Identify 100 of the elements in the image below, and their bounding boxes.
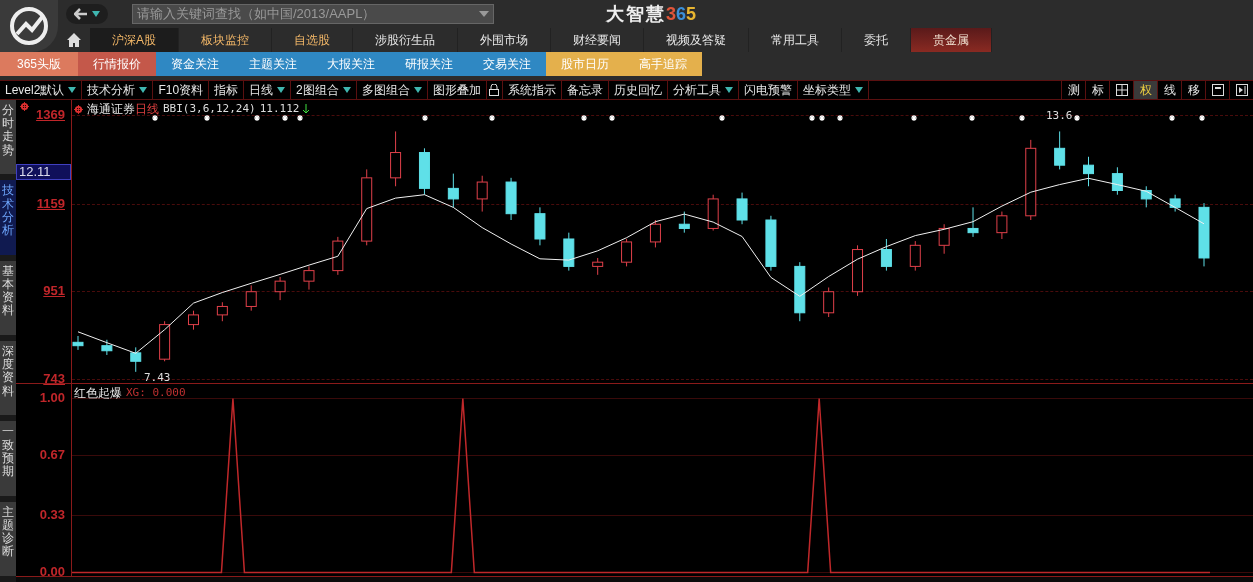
candlestick (216, 301, 228, 322)
toolbar-label: F10资料 (158, 82, 204, 99)
toolbar-label: 指标 (214, 82, 239, 99)
period-label: 日线 (135, 101, 159, 118)
side-tab[interactable]: 一致预期 (0, 421, 16, 502)
window-icon (1211, 84, 1224, 96)
dropdown-caret-icon (479, 11, 489, 17)
toolbar-label: 闪电预警 (743, 82, 792, 99)
nav-tab[interactable]: 沪深A股 (90, 28, 179, 52)
toolbar-button[interactable]: F10资料 (153, 81, 210, 99)
brand-number: 365 (666, 2, 697, 26)
candlestick (736, 192, 748, 225)
candlestick (187, 310, 199, 331)
candlestick (72, 335, 84, 351)
toolbar-label: 分析工具 (672, 82, 721, 99)
logo-icon (9, 6, 49, 46)
app-logo[interactable] (0, 0, 58, 52)
candlestick (823, 286, 835, 318)
toolbar-label: 技术分析 (87, 82, 136, 99)
candlestick (1054, 130, 1066, 170)
candlestick (447, 173, 459, 208)
candlestick (1111, 166, 1123, 196)
candlestick (101, 339, 113, 356)
toolbar-button[interactable]: 系统指示 (502, 81, 562, 99)
toolbar-button[interactable]: 图形叠加 (427, 81, 487, 99)
sub-nav-tab[interactable]: 大报关注 (312, 52, 390, 76)
toolbar-button[interactable]: 技术分析 (82, 81, 154, 99)
current-price-label: 12.11 (16, 164, 71, 180)
toolbar-label: 图形叠加 (432, 82, 481, 99)
indicator-name: BBI(3,6,12,24) (163, 100, 256, 117)
sub-nav-tab[interactable]: 主题关注 (234, 52, 312, 76)
chart-tool-button[interactable]: 标 (1085, 81, 1109, 99)
toolbar-button[interactable]: 坐标类型 (797, 81, 869, 99)
candlestick (303, 265, 315, 291)
candlestick (649, 219, 661, 248)
chart-tool-button[interactable]: 测 (1061, 81, 1085, 99)
toolbar-button[interactable]: 2图组合 (291, 81, 357, 99)
stock-name: 海通证券 (87, 101, 135, 118)
dropdown-caret-icon (139, 86, 148, 94)
candlestick (996, 211, 1008, 240)
indicator-value: 11.112 (259, 100, 300, 117)
price-axis-label: 743 (43, 372, 65, 385)
candlestick (678, 211, 690, 234)
candlestick (967, 206, 979, 238)
candlestick (245, 284, 257, 312)
chart-tool-button[interactable]: 线 (1157, 81, 1181, 99)
side-tab[interactable]: 深度资料 (0, 341, 16, 422)
lock-button[interactable] (486, 81, 503, 99)
high-price-label: 13.6 (1046, 110, 1073, 121)
signal-axis-label: 1.00 (39, 391, 65, 404)
nav-tab[interactable]: 贵金属 (911, 28, 992, 52)
candlestick (621, 238, 633, 267)
toolbar-label: 历史回忆 (613, 82, 662, 99)
signal-reading: XG: 0.000 (126, 384, 186, 401)
toolbar-button[interactable]: 备忘录 (561, 81, 609, 99)
sub-nav-tab[interactable]: 交易关注 (468, 52, 546, 76)
home-icon (66, 32, 82, 48)
price-axis-label: 1159 (36, 196, 65, 210)
candlestick (1083, 156, 1095, 187)
low-price-label: 7.43 (144, 372, 171, 383)
back-button[interactable] (66, 4, 108, 24)
side-tab[interactable]: 基本资料 (0, 260, 16, 341)
toolbar-label: 系统指示 (507, 82, 556, 99)
candlestick (880, 238, 892, 272)
sub-nav-tab[interactable]: 研报关注 (390, 52, 468, 76)
signal-axis-label: 0.00 (39, 565, 65, 578)
signal-axis-label: 0.67 (39, 448, 65, 462)
toolbar-label: 多图组合 (361, 82, 410, 99)
chart-tool-button[interactable]: 移 (1181, 81, 1205, 99)
price-axis-label: 951 (43, 284, 65, 298)
chart-tool-button[interactable]: 权 (1133, 81, 1157, 99)
dropdown-caret-icon (413, 86, 422, 94)
dropdown-caret-icon (724, 86, 733, 94)
candlestick (938, 223, 950, 255)
toolbar-label: 2图组合 (296, 82, 339, 99)
side-tab[interactable]: 技术分析 (0, 180, 16, 261)
dropdown-caret-icon (68, 86, 77, 94)
dropdown-caret-icon (277, 86, 286, 94)
toolbar-button[interactable]: Level2默认 (0, 81, 83, 99)
toolbar-button[interactable]: 日线 (244, 81, 292, 99)
toolbar-label: Level2默认 (5, 82, 65, 99)
toolbar-button[interactable]: 分析工具 (667, 81, 739, 99)
toolbar-button[interactable]: 多图组合 (356, 81, 428, 99)
dropdown-caret-icon (854, 86, 863, 94)
toolbar-button[interactable]: 指标 (209, 81, 245, 99)
toolbar-button[interactable]: 历史回忆 (608, 81, 668, 99)
panel-toggle-icon (1235, 84, 1248, 96)
grid-icon (1115, 84, 1128, 96)
toolbar-label: 日线 (249, 82, 274, 99)
brand-name: 大智慧 (606, 2, 666, 26)
sub-nav-tab[interactable]: 资金关注 (156, 52, 234, 76)
toolbar-button[interactable]: 闪电预警 (738, 81, 798, 99)
toolbar-label: 坐标类型 (802, 82, 851, 99)
candlestick (909, 240, 921, 272)
search-field[interactable]: 请输入关键词查找（如中国/2013/AAPL） (132, 4, 494, 24)
dropdown-caret-icon (342, 86, 351, 94)
dropdown-caret-icon (92, 10, 100, 18)
sub-nav-tab[interactable]: 行情报价 (78, 52, 156, 76)
candlestick (274, 276, 286, 301)
lock-icon (489, 84, 500, 96)
